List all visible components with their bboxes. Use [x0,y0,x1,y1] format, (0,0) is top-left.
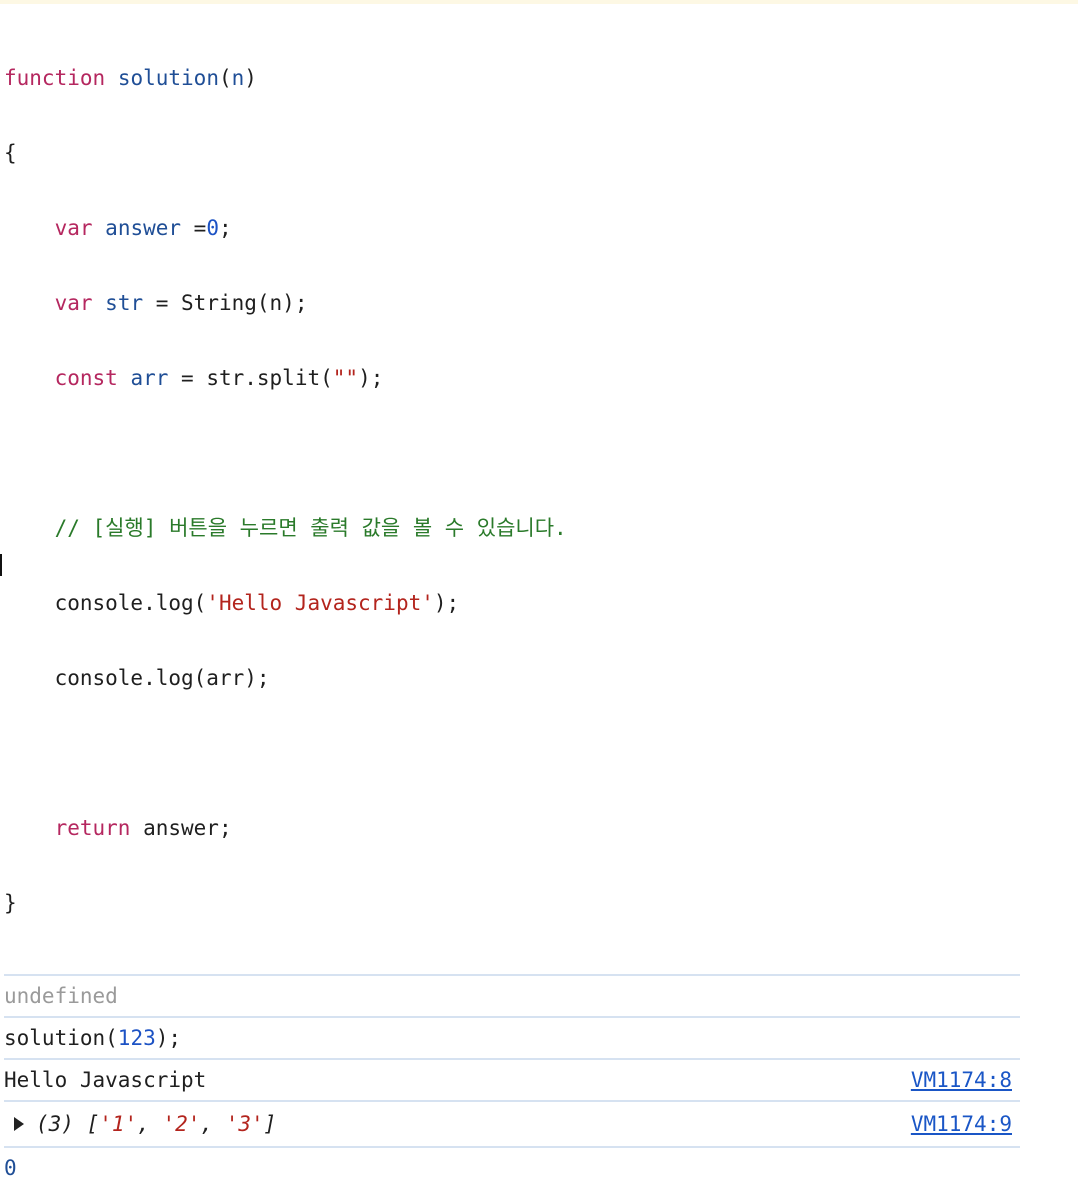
code-line-11: return answer; [4,816,1020,841]
code-line-2: { [4,141,17,165]
array-item: '3' [225,1112,264,1136]
separator: , [200,1112,226,1136]
param-n: n [231,66,245,90]
expand-triangle-icon[interactable] [14,1117,24,1131]
devtools-console: function solution(n) { var answer =0; va… [4,16,1020,1188]
statement-end: ); [358,366,384,390]
bracket-close: ] [263,1112,277,1136]
source-link[interactable]: VM1174:8 [911,1068,1012,1092]
code-line-5: const arr = str.split(""); [4,366,1020,391]
code-line-9: console.log(arr); [4,666,1020,691]
bracket-open: [ [73,1112,100,1136]
code-comment: // [실행] 버튼을 누르면 출력 값을 볼 수 있습니다. [54,516,567,540]
code-line-8: console.log('Hello Javascript'); [4,591,1020,616]
console-log-call: console.log(arr); [54,666,270,690]
statement-rest: answer; [130,816,232,840]
keyword-const: const [54,366,118,390]
array-item: '2' [162,1112,201,1136]
return-value: 0 [4,1156,17,1180]
semicolon: ; [218,216,232,240]
log-message-2: (3) ['1', '2', '3'] VM1174:9 [4,1102,1020,1146]
keyword-var: var [54,291,93,315]
code-line-3: var answer =0; [4,216,1020,241]
input-line: solution(123); [4,1018,1020,1058]
statement-rest: = String(n); [143,291,308,315]
console-input-caret[interactable] [0,554,2,576]
console-log-call: console.log( [54,591,207,615]
array-length: (3) [36,1112,74,1136]
operator: = [181,216,207,240]
keyword-return: return [54,816,131,840]
code-line-1: function solution(n) [4,66,1020,91]
keyword-function: function [4,66,106,90]
separator: , [137,1112,163,1136]
call-text: solution( [4,1026,118,1050]
log-message-1: Hello Javascript VM1174:8 [4,1060,1020,1100]
undefined-result: undefined [4,984,118,1008]
array-item: '1' [99,1112,138,1136]
code-entry: function solution(n) { var answer =0; va… [4,16,1020,966]
string-literal: "" [332,366,359,390]
var-arr: arr [130,366,169,390]
log-text: Hello Javascript [4,1068,207,1092]
paren-close: ) [244,66,257,90]
var-answer: answer [105,216,182,240]
keyword-var: var [54,216,93,240]
call-arg: 123 [117,1026,156,1050]
number-literal: 0 [206,216,219,240]
source-link[interactable]: VM1174:9 [911,1112,1012,1136]
result-undefined: undefined [4,976,1020,1016]
call-end: ); [155,1026,182,1050]
code-line-7: // [실행] 버튼을 누르면 출력 값을 볼 수 있습니다. [4,516,1020,541]
function-name: solution [117,66,219,90]
paren-open: ( [218,66,232,90]
code-line-4: var str = String(n); [4,291,1020,316]
statement-mid: = str.split( [168,366,333,390]
code-line-12: } [4,891,17,915]
var-str: str [105,291,144,315]
string-literal: 'Hello Javascript' [206,591,434,615]
return-value-line: 0 [4,1148,1020,1188]
top-strip [0,0,1078,4]
statement-end: ); [433,591,460,615]
